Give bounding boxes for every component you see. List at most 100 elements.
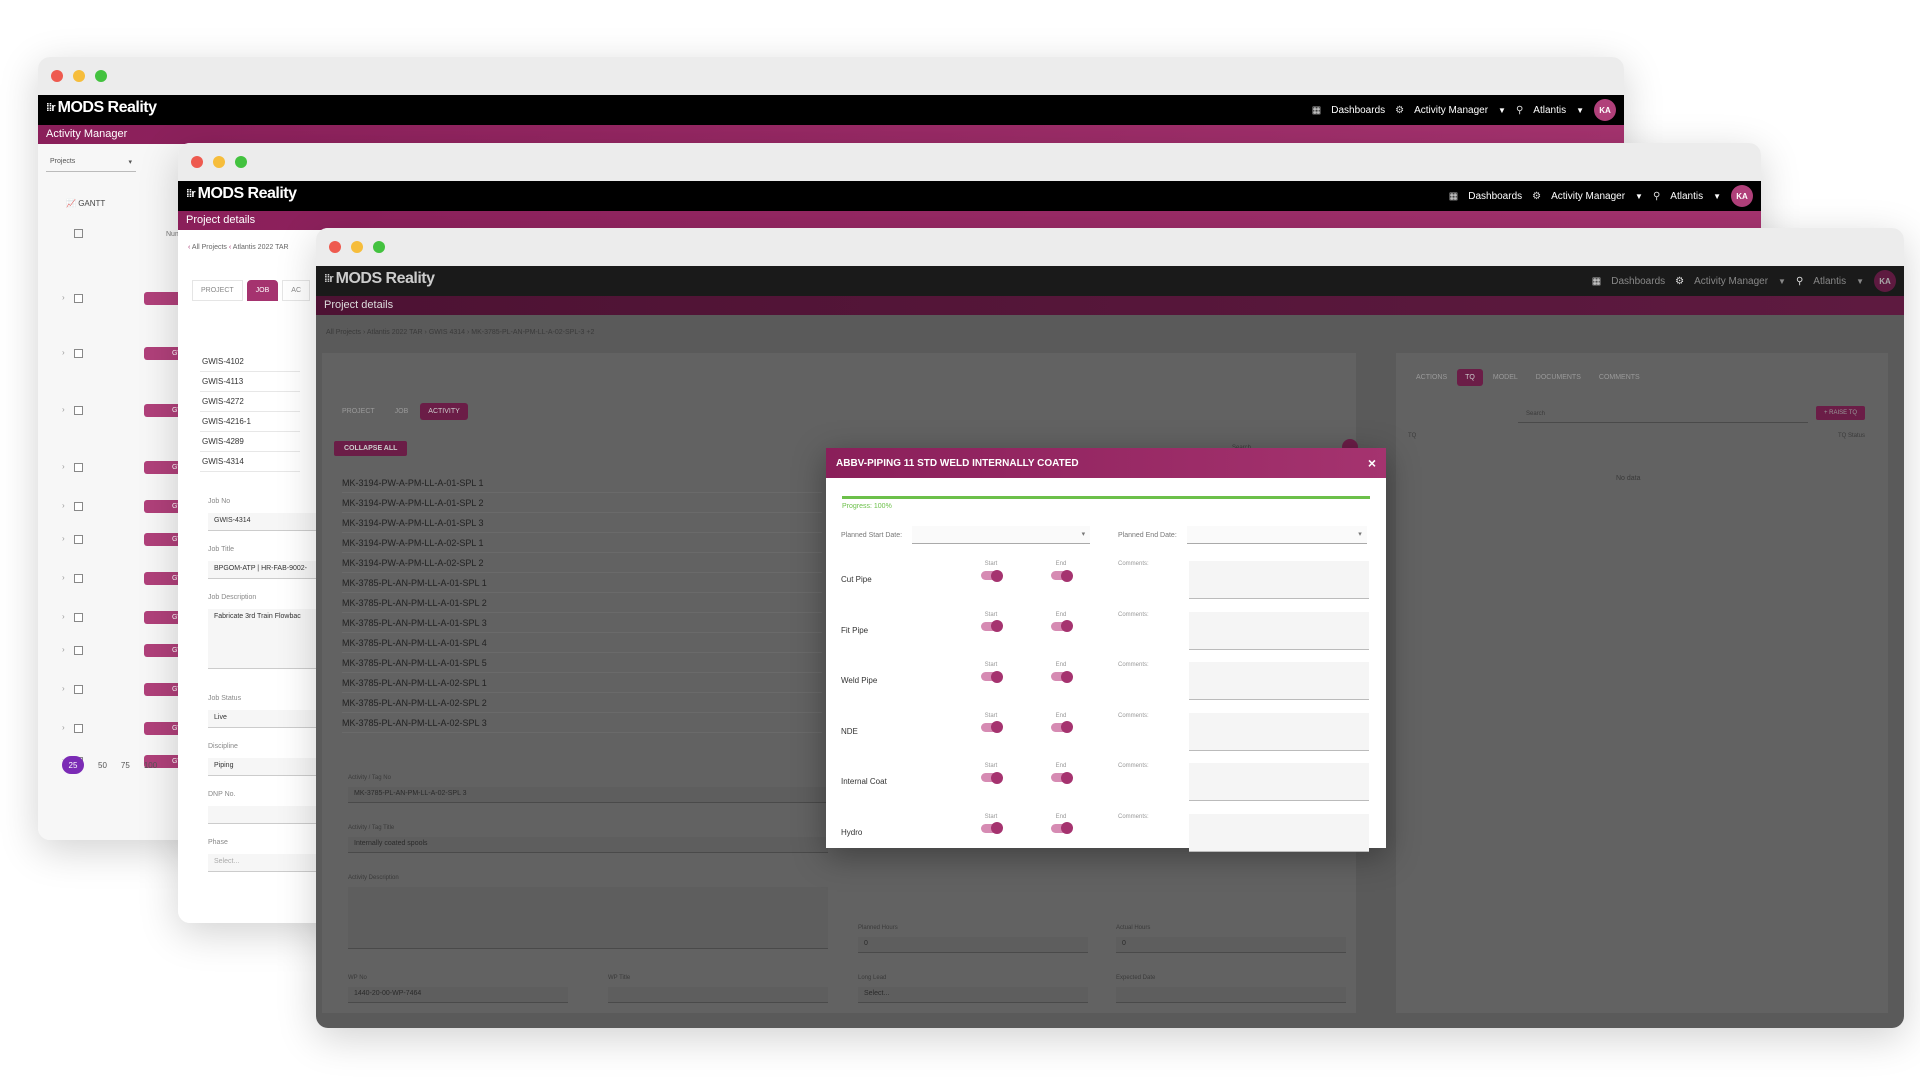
end-toggle[interactable]: End	[1046, 763, 1076, 784]
table-row[interactable]: ›GW	[58, 492, 204, 525]
maximize-window-button[interactable]	[373, 241, 385, 253]
page-size-option[interactable]: 75	[121, 761, 130, 770]
planned-start-select[interactable]: ▾	[912, 526, 1091, 544]
projects-select[interactable]: Projects ▾	[46, 154, 136, 172]
row-checkbox[interactable]	[74, 502, 83, 511]
chevron-right-icon[interactable]: ›	[62, 348, 65, 357]
start-toggle[interactable]: Start	[976, 763, 1006, 784]
chevron-down-icon[interactable]: ▼	[1635, 192, 1643, 201]
nav-activity-manager[interactable]: Activity Manager	[1694, 276, 1768, 287]
table-row[interactable]: ›GW	[58, 636, 204, 675]
close-icon[interactable]: ×	[1368, 455, 1376, 471]
list-item[interactable]: MK-3785-PL-AN-PM-LL-A-02-SPL 3	[342, 713, 822, 733]
list-item[interactable]: MK-3785-PL-AN-PM-LL-A-01-SPL 3	[342, 613, 822, 633]
list-item[interactable]: MK-3785-PL-AN-PM-LL-A-01-SPL 4	[342, 633, 822, 653]
start-switch[interactable]	[981, 822, 1003, 834]
list-item[interactable]: MK-3785-PL-AN-PM-LL-A-01-SPL 2	[342, 593, 822, 613]
minimize-window-button[interactable]	[73, 70, 85, 82]
end-switch[interactable]	[1051, 822, 1073, 834]
expected-date-select[interactable]	[1116, 987, 1346, 1003]
row-checkbox[interactable]	[74, 574, 83, 583]
table-row[interactable]: ›Atlan	[58, 284, 204, 316]
table-row[interactable]: ›GW	[58, 675, 204, 714]
chevron-right-icon[interactable]: ›	[62, 534, 65, 543]
table-row[interactable]: ›GW	[58, 603, 204, 636]
list-item[interactable]: GWIS-4216-1	[200, 412, 300, 432]
chevron-down-icon[interactable]: ▼	[1713, 192, 1721, 201]
comments-field[interactable]	[1189, 561, 1369, 599]
row-checkbox[interactable]	[74, 406, 83, 415]
activity-title-input[interactable]: Internally coated spools	[348, 837, 828, 853]
list-item[interactable]: MK-3194-PW-A-PM-LL-A-01-SPL 2	[342, 493, 822, 513]
table-row[interactable]: ›GW	[58, 525, 204, 564]
end-switch[interactable]	[1051, 569, 1073, 582]
job-status-input[interactable]: Live	[208, 710, 328, 728]
close-window-button[interactable]	[51, 70, 63, 82]
tab-job[interactable]: JOB	[387, 403, 417, 420]
chevron-right-icon[interactable]: ›	[62, 293, 65, 302]
start-switch[interactable]	[981, 620, 1003, 632]
job-title-input[interactable]: BPGOM-ATP | HR-FAB-9002-	[208, 561, 328, 579]
row-checkbox[interactable]	[74, 294, 83, 303]
tab-project[interactable]: PROJECT	[334, 403, 383, 420]
tab-job[interactable]: JOB	[246, 280, 279, 301]
start-toggle[interactable]: Start	[976, 814, 1006, 834]
job-description-input[interactable]: Fabricate 3rd Train Flowbac	[208, 609, 328, 669]
minimize-window-button[interactable]	[351, 241, 363, 253]
tab-model[interactable]: MODEL	[1485, 369, 1526, 386]
planned-hours-input[interactable]: 0	[858, 937, 1088, 953]
comments-field[interactable]	[1189, 813, 1369, 852]
maximize-window-button[interactable]	[95, 70, 107, 82]
collapse-all-button[interactable]: COLLAPSE ALL	[334, 441, 408, 456]
tab-project[interactable]: PROJECT	[192, 280, 243, 301]
long-lead-select[interactable]: Select...	[858, 987, 1088, 1003]
discipline-input[interactable]: Piping	[208, 758, 328, 776]
start-switch[interactable]	[981, 670, 1003, 683]
avatar[interactable]: KA	[1874, 270, 1896, 292]
nav-site[interactable]: Atlantis	[1670, 191, 1703, 202]
chevron-down-icon[interactable]: ▼	[1498, 106, 1506, 115]
nav-site[interactable]: Atlantis	[1813, 276, 1846, 287]
tq-search-input[interactable]: Search	[1518, 407, 1808, 423]
table-row[interactable]: ›GW	[58, 453, 204, 492]
end-toggle[interactable]: End	[1046, 713, 1076, 733]
list-item[interactable]: MK-3194-PW-A-PM-LL-A-02-SPL 1	[342, 533, 822, 553]
chevron-right-icon[interactable]: ›	[62, 612, 65, 621]
tab-documents[interactable]: DOCUMENTS	[1528, 369, 1589, 386]
wp-title-input[interactable]	[608, 987, 828, 1003]
gantt-toggle[interactable]: 📈 GANTT	[66, 199, 105, 208]
tab-tq[interactable]: TQ	[1457, 369, 1483, 386]
table-row[interactable]: ›GW	[58, 396, 204, 453]
maximize-window-button[interactable]	[235, 156, 247, 168]
nav-dashboards[interactable]: Dashboards	[1611, 276, 1665, 287]
activity-tag-input[interactable]: MK-3785-PL-AN-PM-LL-A-02-SPL 3	[348, 787, 828, 803]
table-row[interactable]: ›GW	[58, 714, 204, 747]
list-item[interactable]: MK-3785-PL-AN-PM-LL-A-02-SPL 2	[342, 693, 822, 713]
tq-status-column-header[interactable]: TQ Status	[1838, 433, 1865, 439]
list-item[interactable]: MK-3194-PW-A-PM-LL-A-01-SPL 1	[342, 473, 822, 493]
comments-field[interactable]	[1189, 712, 1369, 751]
start-toggle[interactable]: Start	[976, 561, 1006, 582]
page-size-option[interactable]: 100	[144, 761, 157, 770]
start-switch[interactable]	[981, 569, 1003, 582]
row-checkbox[interactable]	[74, 646, 83, 655]
phase-select[interactable]: Select...	[208, 854, 328, 872]
tab-activity[interactable]: ACTIVITY	[420, 403, 468, 420]
list-item[interactable]: GWIS-4102	[200, 352, 300, 372]
list-item[interactable]: MK-3194-PW-A-PM-LL-A-02-SPL 2	[342, 553, 822, 573]
breadcrumb-project[interactable]: Atlantis 2022 TAR	[233, 244, 289, 251]
chevron-down-icon[interactable]: ▼	[1778, 277, 1786, 286]
start-switch[interactable]	[981, 771, 1003, 784]
avatar[interactable]: KA	[1594, 99, 1616, 121]
chevron-right-icon[interactable]: ›	[62, 573, 65, 582]
row-checkbox[interactable]	[74, 535, 83, 544]
avatar[interactable]: KA	[1731, 185, 1753, 207]
start-toggle[interactable]: Start	[976, 713, 1006, 733]
job-no-input[interactable]: GWIS-4314	[208, 513, 328, 531]
nav-activity-manager[interactable]: Activity Manager	[1551, 191, 1625, 202]
list-item[interactable]: MK-3785-PL-AN-PM-LL-A-01-SPL 1	[342, 573, 822, 593]
breadcrumb[interactable]: All Projects › Atlantis 2022 TAR › GWIS …	[326, 329, 594, 336]
nav-dashboards[interactable]: Dashboards	[1331, 105, 1385, 116]
chevron-right-icon[interactable]: ›	[62, 723, 65, 732]
row-checkbox[interactable]	[74, 613, 83, 622]
